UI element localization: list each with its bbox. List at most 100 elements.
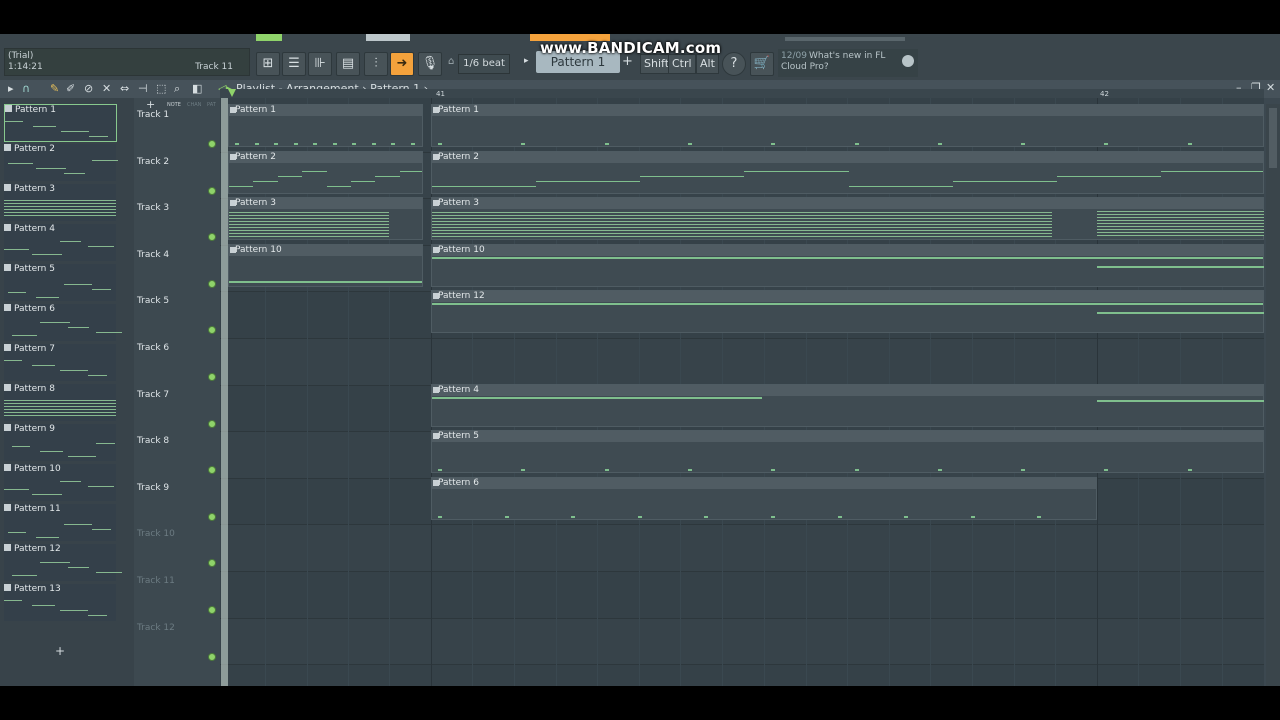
track-mute-led[interactable] (208, 419, 216, 428)
mute-icon[interactable]: ✕ (102, 82, 111, 96)
pattern-clip[interactable]: Pattern 5 (431, 430, 1264, 474)
pattern-picker-item[interactable]: Pattern 10 (4, 464, 116, 501)
slice-icon[interactable]: ⊣ (138, 82, 148, 96)
pattern-picker-item[interactable]: Pattern 8 (4, 384, 116, 421)
clip-header (432, 477, 1096, 489)
pattern-picker-item[interactable]: Pattern 12 (4, 544, 122, 581)
track-mute-led[interactable] (208, 373, 216, 381)
track-header[interactable]: Track 6 (134, 339, 220, 386)
track-header[interactable]: Track 4 (134, 246, 220, 293)
snap-icon[interactable]: ⊞ (256, 52, 280, 76)
pattern-picker-item[interactable]: Pattern 2 (4, 144, 118, 181)
pattern-clip[interactable]: Pattern 3 (228, 197, 423, 241)
mixer-icon[interactable]: ⫶ (364, 52, 388, 76)
playback-icon[interactable]: ◧ (192, 82, 202, 96)
track-lane[interactable] (220, 525, 1264, 572)
delete-icon[interactable]: ⊘ (84, 82, 93, 96)
clip-note (1056, 175, 1161, 177)
track-header[interactable]: Track 1 (134, 106, 220, 153)
track-mute-led[interactable] (208, 466, 216, 475)
song-position-marker[interactable] (228, 89, 236, 97)
pattern-clip[interactable]: Pattern 6 (431, 476, 1097, 520)
clip-note (410, 143, 415, 145)
track-lane[interactable] (220, 618, 1264, 666)
clip-note (604, 143, 609, 145)
pattern-picker-item[interactable]: Pattern 6 (4, 304, 122, 341)
pattern-picker-item[interactable]: Pattern 9 (4, 424, 116, 461)
news-panel[interactable]: 12/09 What's new in FL Cloud Pro? (778, 49, 918, 77)
pattern-clip[interactable]: Pattern 2 (431, 150, 1264, 194)
help-icon[interactable]: ? (722, 52, 746, 76)
globe-icon[interactable] (902, 55, 914, 67)
zoom-icon[interactable]: ⌕ (174, 82, 180, 96)
microphone-icon[interactable]: 🎙 (418, 52, 442, 76)
vertical-scrollbar[interactable] (1266, 104, 1280, 686)
pattern-clip[interactable]: Pattern 2 (228, 150, 423, 194)
master-volume[interactable] (785, 37, 905, 41)
track-header[interactable]: Track 8 (134, 432, 220, 479)
arrow-right-icon[interactable]: ➜ (390, 52, 414, 76)
channel-rack-icon[interactable]: ▤ (336, 52, 360, 76)
track-header[interactable]: Track 5 (134, 292, 220, 339)
alt-key-button[interactable]: Alt (696, 54, 719, 74)
piano-roll-icon[interactable]: ⊪ (308, 52, 332, 76)
add-pattern-plus[interactable]: + (55, 644, 65, 658)
track-header[interactable]: Track 2 (134, 153, 220, 200)
play-pattern-icon[interactable]: ▸ (524, 56, 529, 66)
track-header[interactable]: Track 7 (134, 386, 220, 433)
track-mute-led[interactable] (208, 606, 216, 614)
pattern-clip[interactable]: Pattern 10 (228, 243, 423, 287)
elapsed-time: 1:14:21 (8, 62, 43, 72)
track-mute-led[interactable] (208, 233, 216, 242)
track-mute-led[interactable] (208, 279, 216, 288)
pattern-name: Pattern 4 (14, 224, 55, 234)
magnet-icon[interactable]: ∩ (22, 82, 30, 96)
snap-select[interactable]: 1/6 beat (458, 54, 510, 74)
menu-arrow-icon[interactable]: ▸ (8, 82, 14, 96)
playlist-icon[interactable]: ☰ (282, 52, 306, 76)
playlist-grid[interactable]: Pattern 1 Pattern 1 Pattern 2 Pattern 2 Patt… (220, 98, 1264, 686)
track-mute-led[interactable] (208, 326, 216, 335)
track-header[interactable]: Track 3 (134, 199, 220, 246)
pattern-picker-item[interactable]: Pattern 1 (4, 104, 117, 142)
track-mute-led[interactable] (208, 186, 216, 195)
track-header[interactable]: Track 11 (134, 572, 220, 619)
track-mute-led[interactable] (208, 140, 216, 148)
tempo-display[interactable] (366, 34, 410, 41)
select-icon[interactable]: ⬚ (156, 82, 166, 96)
track-mute-led[interactable] (208, 652, 216, 661)
clip-label: Pattern 1 (438, 105, 479, 115)
pencil-icon[interactable]: ✎ (50, 82, 59, 96)
song-mode-toggle[interactable] (256, 34, 282, 41)
slip-icon[interactable]: ⇔ (120, 82, 129, 96)
track-mute-led[interactable] (208, 559, 216, 568)
close-icon[interactable]: ✕ (1266, 81, 1275, 94)
track-lane[interactable] (220, 339, 1264, 386)
clip-note (229, 185, 254, 187)
cart-icon[interactable]: 🛒 (750, 52, 774, 76)
track-lane[interactable] (220, 572, 1264, 619)
pattern-picker-item[interactable]: Pattern 11 (4, 504, 116, 541)
pattern-picker-label: Pattern 13 (4, 584, 61, 595)
paint-icon[interactable]: ✐ (66, 82, 75, 96)
pattern-picker-item[interactable]: Pattern 3 (4, 184, 116, 221)
pattern-picker: Ш Pattern 1Pattern 2Pattern 3Pattern 4Pa… (0, 98, 134, 686)
ctrl-key-button[interactable]: Ctrl (668, 54, 696, 74)
track-header[interactable]: Track 9 (134, 479, 220, 526)
scrollbar-thumb[interactable] (1269, 108, 1277, 168)
clip-note (1097, 312, 1264, 315)
pattern-picker-item[interactable]: Pattern 5 (4, 264, 116, 301)
track-header[interactable]: Track 10 (134, 525, 220, 572)
pattern-picker-item[interactable]: Pattern 7 (4, 344, 116, 381)
pattern-clip[interactable]: Pattern 1 (228, 104, 423, 147)
track-mute-led[interactable] (208, 512, 216, 521)
playhead[interactable] (221, 98, 228, 686)
pattern-picker-item[interactable]: Pattern 13 (4, 584, 116, 621)
pattern-clip[interactable]: Pattern 1 (431, 104, 1264, 147)
pattern-clip[interactable]: Pattern 4 (431, 383, 1264, 427)
track-name: Track 12 (137, 622, 175, 633)
pattern-picker-item[interactable]: Pattern 4 (4, 224, 116, 261)
preview-note (4, 489, 29, 490)
track-name: Track 2 (137, 156, 170, 167)
track-header[interactable]: Track 12 (134, 619, 220, 666)
